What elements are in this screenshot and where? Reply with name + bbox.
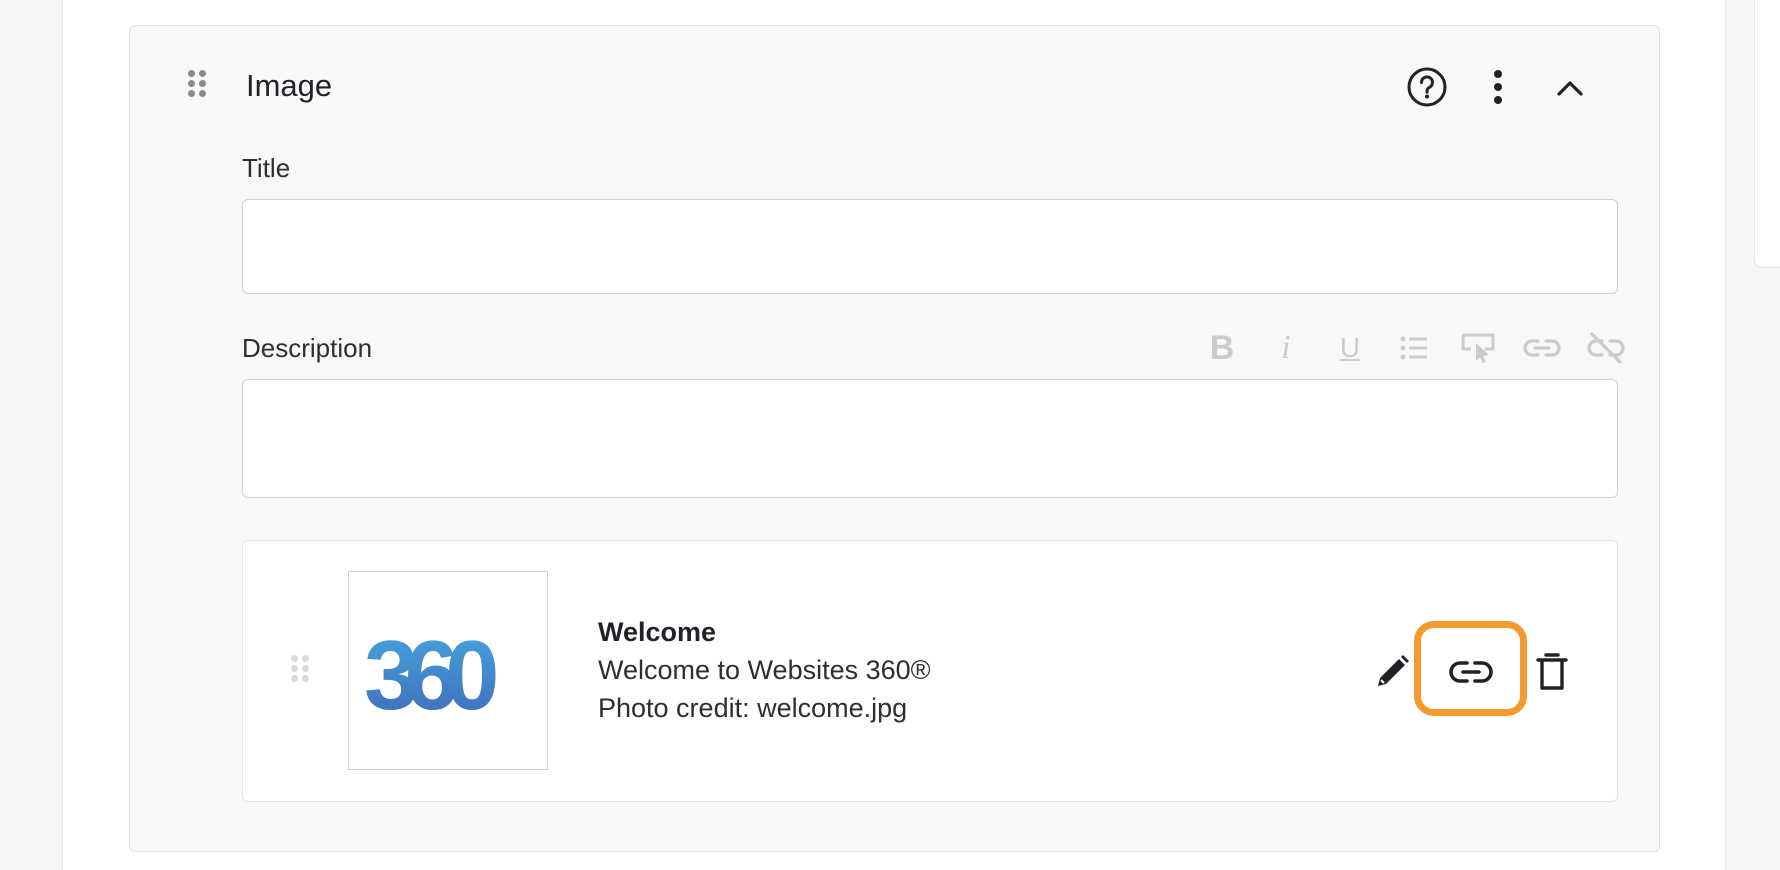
- media-title: Welcome: [598, 617, 717, 647]
- media-credit: Photo credit: welcome.jpg: [598, 693, 908, 723]
- block-drag-handle-icon[interactable]: [188, 70, 206, 97]
- rich-text-toolbar: B i U: [1190, 325, 1638, 371]
- description-label: Description: [242, 333, 373, 363]
- title-input[interactable]: [242, 199, 1618, 294]
- italic-icon[interactable]: i: [1254, 325, 1318, 371]
- link-action-highlight: [1414, 621, 1527, 716]
- media-drag-handle-icon[interactable]: [291, 655, 309, 682]
- chevron-up-icon[interactable]: [1550, 68, 1590, 108]
- description-input[interactable]: [242, 379, 1618, 498]
- cursor-select-icon[interactable]: [1446, 325, 1510, 371]
- edit-icon[interactable]: [1368, 648, 1416, 696]
- bold-icon[interactable]: B: [1190, 325, 1254, 371]
- right-side-panel: [1754, 0, 1780, 268]
- underline-icon[interactable]: U: [1318, 325, 1382, 371]
- link-icon[interactable]: [1510, 325, 1574, 371]
- websites-360-logo: 360: [364, 623, 510, 719]
- help-circle-icon[interactable]: [1405, 65, 1449, 109]
- more-vertical-icon[interactable]: [1480, 65, 1516, 109]
- bulleted-list-icon[interactable]: [1382, 325, 1446, 371]
- media-thumbnail: 360: [348, 571, 548, 770]
- media-caption: Welcome to Websites 360®: [598, 655, 931, 685]
- unlink-icon[interactable]: [1574, 325, 1638, 371]
- title-label: Title: [242, 153, 291, 183]
- logo-lettering: 360: [364, 623, 496, 719]
- block-title: Image: [246, 68, 333, 103]
- trash-icon[interactable]: [1528, 648, 1576, 696]
